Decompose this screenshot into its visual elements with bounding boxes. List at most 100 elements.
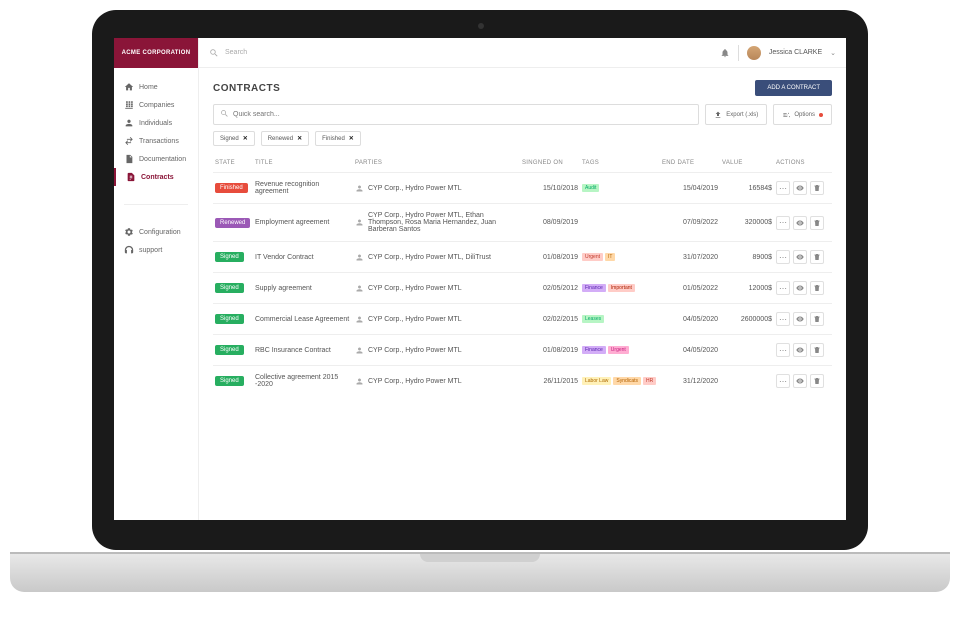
tag[interactable]: Finance — [582, 284, 606, 292]
view-button[interactable] — [793, 374, 807, 388]
parties-text: CYP Corp., Hydro Power MTL — [368, 316, 462, 323]
column-header[interactable]: TAGS — [580, 156, 660, 173]
column-header[interactable]: STATE — [213, 156, 253, 173]
parties-icon — [355, 253, 364, 262]
support-icon — [124, 245, 134, 255]
signed-on: 26/11/2015 — [520, 366, 580, 397]
delete-button[interactable] — [810, 250, 824, 264]
close-icon[interactable]: ✕ — [297, 135, 302, 142]
column-header[interactable]: VALUE — [720, 156, 774, 173]
options-button[interactable]: Options — [773, 104, 832, 125]
contract-icon — [126, 172, 136, 182]
trash-icon — [813, 253, 821, 261]
view-button[interactable] — [793, 181, 807, 195]
delete-button[interactable] — [810, 216, 824, 230]
signed-on: 01/08/2019 — [520, 242, 580, 273]
table-row[interactable]: Signed Commercial Lease Agreement CYP Co… — [213, 304, 832, 335]
filter-chip-signed[interactable]: Signed✕ — [213, 131, 255, 146]
more-button[interactable]: ⋯ — [776, 281, 790, 295]
sidebar-item-label: Configuration — [139, 229, 181, 236]
sidebar-item-label: Home — [139, 84, 158, 91]
more-button[interactable]: ⋯ — [776, 250, 790, 264]
options-label: Options — [794, 112, 815, 118]
table-row[interactable]: Signed Supply agreement CYP Corp., Hydro… — [213, 273, 832, 304]
view-button[interactable] — [793, 312, 807, 326]
sidebar-item-individuals[interactable]: Individuals — [114, 114, 198, 132]
delete-button[interactable] — [810, 312, 824, 326]
tag[interactable]: Audit — [582, 184, 599, 192]
sidebar-item-home[interactable]: Home — [114, 78, 198, 96]
delete-button[interactable] — [810, 343, 824, 357]
doc-icon — [124, 154, 134, 164]
close-icon[interactable]: ✕ — [243, 135, 248, 142]
sidebar-item-label: Companies — [139, 102, 174, 109]
sidebar-item-contracts[interactable]: Contracts — [114, 168, 198, 186]
more-button[interactable]: ⋯ — [776, 181, 790, 195]
parties-icon — [355, 377, 364, 386]
table-row[interactable]: Finished Revenue recognition agreement C… — [213, 173, 832, 204]
column-header[interactable]: END DATE — [660, 156, 720, 173]
column-header[interactable]: SINGNED ON — [520, 156, 580, 173]
tag[interactable]: Labor Law — [582, 377, 611, 385]
delete-button[interactable] — [810, 374, 824, 388]
eye-icon — [796, 253, 804, 261]
table-row[interactable]: Signed Collective agreement 2015 -2020 C… — [213, 366, 832, 397]
sidebar-item-companies[interactable]: Companies — [114, 96, 198, 114]
tag[interactable]: Urgent — [608, 346, 629, 354]
tag[interactable]: HR — [643, 377, 656, 385]
trash-icon — [813, 377, 821, 385]
column-header[interactable]: TITLE — [253, 156, 353, 173]
parties-icon — [355, 184, 364, 193]
sidebar-item-label: Individuals — [139, 120, 172, 127]
value: 320000$ — [720, 204, 774, 242]
tag[interactable]: Important — [608, 284, 635, 292]
eye-icon — [796, 219, 804, 227]
sidebar-item-configuration[interactable]: Configuration — [114, 223, 198, 241]
add-contract-button[interactable]: ADD A CONTRACT — [755, 80, 832, 96]
more-button[interactable]: ⋯ — [776, 374, 790, 388]
quick-search-input[interactable] — [233, 111, 692, 118]
table-row[interactable]: Signed RBC Insurance Contract CYP Corp.,… — [213, 335, 832, 366]
end-date: 04/05/2020 — [660, 335, 720, 366]
tag[interactable]: Leases — [582, 315, 604, 323]
bell-icon[interactable] — [720, 48, 730, 58]
sidebar-item-documentation[interactable]: Documentation — [114, 150, 198, 168]
contract-title: IT Vendor Contract — [253, 242, 353, 273]
avatar[interactable] — [747, 46, 761, 60]
column-header[interactable]: PARTIES — [353, 156, 520, 173]
global-search[interactable]: Search — [209, 48, 720, 58]
column-header[interactable]: ACTIONS — [774, 156, 832, 173]
contracts-table: STATETITLEPARTIESSINGNED ONTAGSEND DATEV… — [213, 156, 832, 396]
tag[interactable]: Urgent — [582, 253, 603, 261]
options-indicator-icon — [819, 113, 823, 117]
sidebar-item-transactions[interactable]: Transactions — [114, 132, 198, 150]
more-button[interactable]: ⋯ — [776, 312, 790, 326]
quick-search[interactable] — [213, 104, 699, 125]
sidebar-item-support[interactable]: support — [114, 241, 198, 259]
view-button[interactable] — [793, 343, 807, 357]
search-placeholder: Search — [225, 49, 247, 56]
export-button[interactable]: Export (.xls) — [705, 104, 767, 125]
tag[interactable]: IT — [605, 253, 615, 261]
more-button[interactable]: ⋯ — [776, 343, 790, 357]
delete-button[interactable] — [810, 281, 824, 295]
filter-chip-finished[interactable]: Finished✕ — [315, 131, 361, 146]
delete-button[interactable] — [810, 181, 824, 195]
eye-icon — [796, 346, 804, 354]
transfer-icon — [124, 136, 134, 146]
view-button[interactable] — [793, 281, 807, 295]
username-label[interactable]: Jessica CLARKE — [769, 49, 822, 56]
table-row[interactable]: Signed IT Vendor Contract CYP Corp., Hyd… — [213, 242, 832, 273]
chevron-down-icon[interactable]: ⌄ — [830, 49, 836, 57]
more-button[interactable]: ⋯ — [776, 216, 790, 230]
close-icon[interactable]: ✕ — [349, 135, 354, 142]
view-button[interactable] — [793, 250, 807, 264]
person-icon — [124, 118, 134, 128]
table-row[interactable]: Renewed Employment agreement CYP Corp., … — [213, 204, 832, 242]
tag[interactable]: Finance — [582, 346, 606, 354]
parties-text: CYP Corp., Hydro Power MTL, DiliTrust — [368, 254, 491, 261]
view-button[interactable] — [793, 216, 807, 230]
tag[interactable]: Syndicats — [613, 377, 641, 385]
filter-chip-renewed[interactable]: Renewed✕ — [261, 131, 309, 146]
contract-title: Supply agreement — [253, 273, 353, 304]
